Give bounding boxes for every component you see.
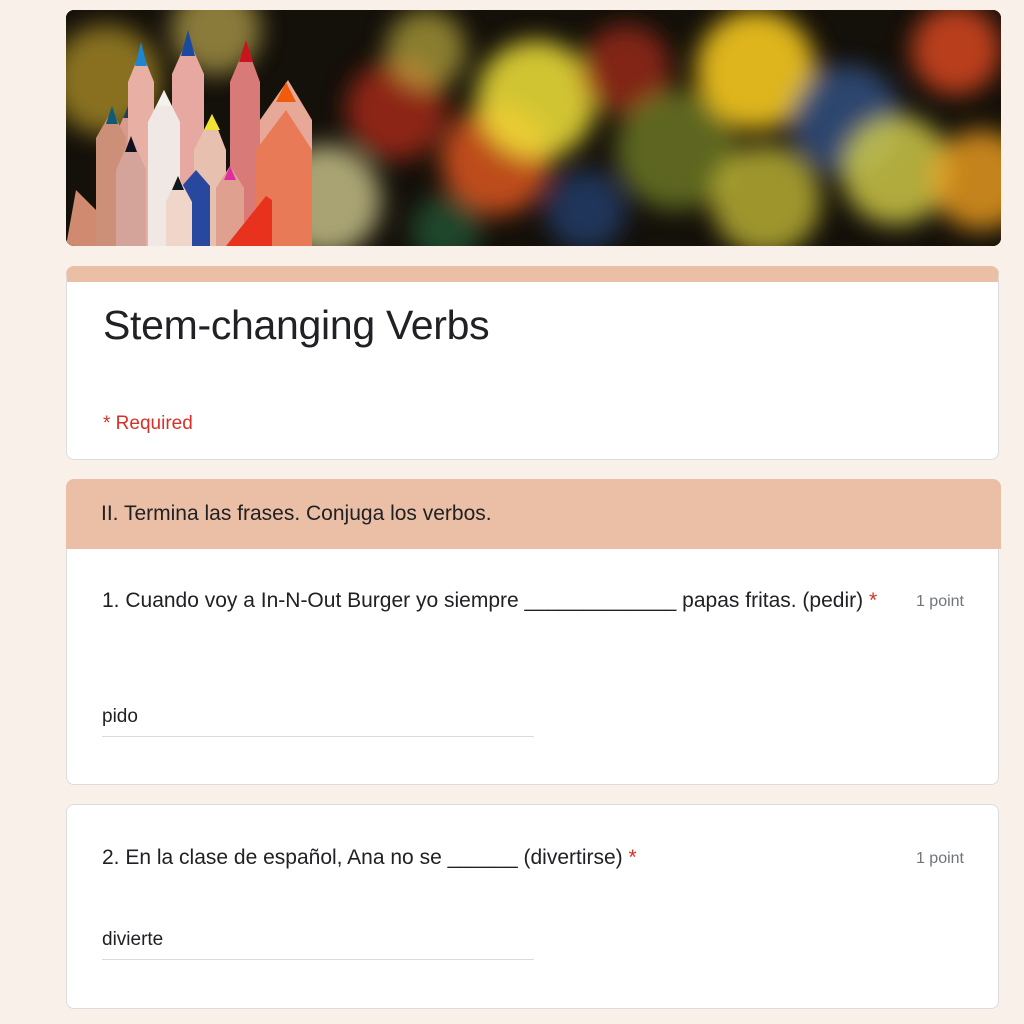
answer-input[interactable]	[102, 929, 534, 960]
points-label: 1 point	[915, 850, 964, 867]
question-text: 1. Cuando voy a In-N-Out Burger yo siemp…	[102, 584, 887, 618]
form-page: Stem-changing Verbs * Required II. Termi…	[0, 0, 1024, 1024]
required-note: * Required	[103, 413, 193, 434]
header-image-colored-pencils	[66, 10, 1001, 246]
question-card-1: 1. Cuando voy a In-N-Out Burger yo siemp…	[66, 549, 999, 785]
form-title: Stem-changing Verbs	[103, 302, 490, 348]
section-header: II. Termina las frases. Conjuga los verb…	[66, 479, 1001, 549]
question-label: 2. En la clase de español, Ana no se ___…	[102, 846, 623, 869]
question-text: 2. En la clase de español, Ana no se ___…	[102, 841, 887, 875]
question-label: 1. Cuando voy a In-N-Out Burger yo siemp…	[102, 589, 864, 612]
required-asterisk: *	[628, 846, 637, 869]
form-title-card: Stem-changing Verbs * Required	[66, 266, 999, 460]
question-card-2: 2. En la clase de español, Ana no se ___…	[66, 804, 999, 1009]
points-label: 1 point	[915, 593, 964, 610]
required-asterisk: *	[868, 589, 878, 612]
answer-input[interactable]	[102, 706, 534, 737]
